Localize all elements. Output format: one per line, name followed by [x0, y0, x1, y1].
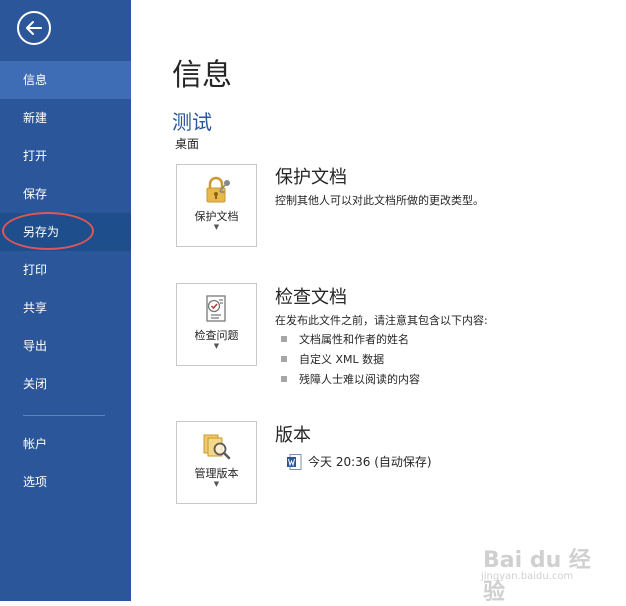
nav-separator: [23, 415, 105, 416]
inspect-section-title: 检查文档: [275, 287, 347, 308]
word-document-icon: [287, 453, 302, 470]
nav-item-new[interactable]: 新建: [0, 99, 131, 137]
watermark-url: jingyan.baidu.com: [481, 571, 574, 582]
nav-item-options[interactable]: 选项: [0, 463, 131, 501]
protect-section-desc: 控制其他人可以对此文档所做的更改类型。: [275, 194, 484, 207]
watermark: Bai du 经验 jingyan.baidu.com: [475, 540, 605, 605]
document-name: 测试: [172, 110, 212, 134]
inspect-section-desc: 在发布此文件之前，请注意其包含以下内容:: [275, 314, 488, 327]
manage-versions-button[interactable]: 管理版本 ▼: [176, 421, 257, 504]
bullet-square-icon: [281, 336, 287, 342]
back-button[interactable]: [17, 11, 51, 45]
manage-versions-label: 管理版本: [194, 467, 239, 480]
chevron-down-icon: ▼: [213, 480, 220, 488]
version-entry[interactable]: 今天 20:36 (自动保存): [287, 453, 432, 471]
bullet-square-icon: [281, 376, 287, 382]
chevron-down-icon: ▼: [213, 342, 220, 350]
nav-item-close[interactable]: 关闭: [0, 365, 131, 403]
versions-icon: [203, 434, 231, 460]
page-title: 信息: [172, 58, 232, 93]
nav-item-info[interactable]: 信息: [0, 61, 131, 99]
backstage-sidebar: 信息 新建 打开 保存 另存为 打印 共享 导出 关闭 帐户 选项: [0, 0, 131, 601]
nav-item-share[interactable]: 共享: [0, 289, 131, 327]
inspect-bullet: 残障人士难以阅读的内容: [281, 371, 420, 387]
nav-item-open[interactable]: 打开: [0, 137, 131, 175]
nav-item-save[interactable]: 保存: [0, 175, 131, 213]
document-path[interactable]: 桌面: [175, 135, 199, 152]
chevron-down-icon: ▼: [213, 223, 220, 231]
versions-section-title: 版本: [275, 425, 311, 446]
nav-item-account[interactable]: 帐户: [0, 425, 131, 463]
check-for-issues-label: 检查问题: [194, 329, 239, 342]
protect-document-button[interactable]: 保护文档 ▼: [176, 164, 257, 247]
nav-item-save-as[interactable]: 另存为: [0, 213, 131, 251]
inspect-bullet: 文档属性和作者的姓名: [281, 331, 409, 347]
version-entry-text: 今天 20:36 (自动保存): [308, 455, 432, 469]
nav-item-export[interactable]: 导出: [0, 327, 131, 365]
inspect-bullet: 自定义 XML 数据: [281, 351, 384, 367]
protect-section-title: 保护文档: [275, 167, 347, 188]
nav-item-print[interactable]: 打印: [0, 251, 131, 289]
lock-key-icon: [206, 176, 230, 203]
inspect-document-icon: [206, 295, 226, 322]
bullet-square-icon: [281, 356, 287, 362]
arrow-left-icon: [26, 21, 42, 35]
protect-document-label: 保护文档: [194, 210, 239, 223]
check-for-issues-button[interactable]: 检查问题 ▼: [176, 283, 257, 366]
